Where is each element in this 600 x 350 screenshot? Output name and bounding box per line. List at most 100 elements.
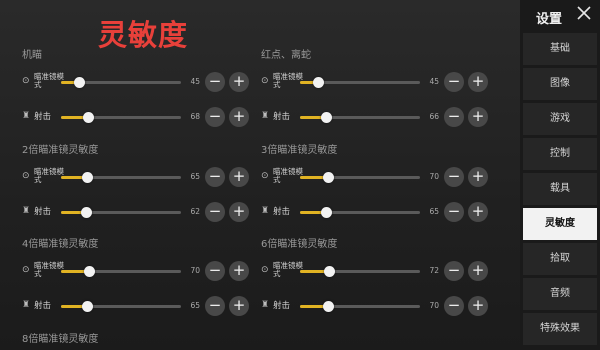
slider-track[interactable] (300, 112, 420, 123)
bullet-icon: ♜ (22, 300, 31, 310)
slider-thumb[interactable] (82, 172, 93, 183)
section-title-4x-scope: 4倍瞄准镜灵敏度 (22, 239, 99, 250)
decrease-button[interactable]: − (205, 72, 225, 92)
increase-button[interactable]: + (229, 261, 249, 281)
bullet-icon: ♜ (261, 206, 270, 216)
section-title-2x-scope: 2倍瞄准镜灵敏度 (22, 145, 99, 156)
decrease-button[interactable]: − (444, 261, 464, 281)
slider-row-6x-fire: ♜ 射击 70 − + (261, 296, 491, 316)
slider-row-3x-scope: ⊙ 瞄准镜模式 70 − + (261, 167, 491, 187)
slider-track[interactable] (300, 172, 420, 183)
decrease-button[interactable]: − (205, 261, 225, 281)
settings-sidebar: 设置 基础 图像 游戏 控制 载具 灵敏度 拾取 音频 特殊效果 (520, 0, 600, 350)
bullet-icon: ♜ (261, 111, 270, 121)
increase-button[interactable]: + (229, 72, 249, 92)
section-title-iron-sight: 机瞄 (22, 50, 42, 61)
slider-track[interactable] (61, 172, 181, 183)
slider-row-red-dot-fire: ♜ 射击 66 − + (261, 107, 491, 127)
sidebar-item-controls[interactable]: 控制 (523, 138, 597, 170)
slider-row-iron-sight-scope: ⊙ 瞄准镜模式 45 − + (22, 72, 252, 92)
bullet-icon: ♜ (22, 206, 31, 216)
slider-value: 70 (429, 301, 439, 310)
crosshair-icon: ⊙ (22, 76, 30, 86)
slider-track[interactable] (300, 266, 420, 277)
overlay-title: 灵敏度 (98, 18, 189, 52)
decrease-button[interactable]: − (444, 296, 464, 316)
sidebar-item-basic[interactable]: 基础 (523, 33, 597, 65)
increase-button[interactable]: + (468, 261, 488, 281)
slider-thumb[interactable] (74, 77, 85, 88)
crosshair-icon: ⊙ (261, 76, 269, 86)
slider-row-3x-fire: ♜ 射击 65 − + (261, 202, 491, 222)
slider-track[interactable] (300, 207, 420, 218)
slider-row-2x-fire: ♜ 射击 62 − + (22, 202, 252, 222)
slider-thumb[interactable] (83, 112, 95, 123)
decrease-button[interactable]: − (444, 107, 464, 127)
increase-button[interactable]: + (468, 107, 488, 127)
slider-value: 72 (429, 266, 439, 275)
slider-track[interactable] (61, 301, 181, 312)
slider-track[interactable] (300, 77, 420, 88)
slider-thumb[interactable] (80, 207, 92, 218)
close-icon[interactable] (577, 6, 591, 20)
slider-value: 70 (190, 266, 200, 275)
decrease-button[interactable]: − (205, 202, 225, 222)
increase-button[interactable]: + (468, 202, 488, 222)
decrease-button[interactable]: − (444, 167, 464, 187)
increase-button[interactable]: + (229, 202, 249, 222)
slider-row-4x-fire: ♜ 射击 65 − + (22, 296, 252, 316)
slider-value: 45 (429, 77, 439, 86)
slider-track[interactable] (61, 77, 181, 88)
crosshair-icon: ⊙ (261, 265, 269, 275)
slider-row-4x-scope: ⊙ 瞄准镜模式 70 − + (22, 261, 252, 281)
slider-value: 68 (190, 112, 200, 121)
increase-button[interactable]: + (229, 167, 249, 187)
bullet-icon: ♜ (261, 300, 270, 310)
decrease-button[interactable]: − (205, 167, 225, 187)
sidebar-item-audio[interactable]: 音频 (523, 278, 597, 310)
increase-button[interactable]: + (468, 167, 488, 187)
decrease-button[interactable]: − (205, 107, 225, 127)
slider-thumb[interactable] (323, 266, 335, 277)
slider-value: 62 (190, 207, 200, 216)
increase-button[interactable]: + (229, 296, 249, 316)
sidebar-item-effects[interactable]: 特殊效果 (523, 313, 597, 345)
settings-panel: 灵敏度 机瞄 ⊙ 瞄准镜模式 45 − + ♜ 射击 68 − + 红点、离蛇 … (0, 0, 520, 350)
slider-track[interactable] (61, 266, 181, 277)
section-title-3x-scope: 3倍瞄准镜灵敏度 (261, 145, 338, 156)
increase-button[interactable]: + (468, 296, 488, 316)
slider-row-iron-sight-fire: ♜ 射击 68 − + (22, 107, 252, 127)
crosshair-icon: ⊙ (22, 171, 30, 181)
sidebar-item-graphics[interactable]: 图像 (523, 68, 597, 100)
slider-track[interactable] (61, 207, 181, 218)
section-title-8x-scope: 8倍瞄准镜灵敏度 (22, 334, 99, 345)
slider-thumb[interactable] (82, 301, 93, 312)
slider-track[interactable] (61, 112, 181, 123)
sidebar-item-pickup[interactable]: 拾取 (523, 243, 597, 275)
slider-thumb[interactable] (321, 207, 332, 218)
slider-value: 70 (429, 172, 439, 181)
sidebar-item-vehicle[interactable]: 载具 (523, 173, 597, 205)
increase-button[interactable]: + (229, 107, 249, 127)
slider-value: 65 (429, 207, 439, 216)
sidebar-header: 设置 (520, 0, 600, 32)
sidebar-item-sensitivity[interactable]: 灵敏度 (523, 208, 597, 240)
slider-value: 45 (190, 77, 200, 86)
decrease-button[interactable]: − (205, 296, 225, 316)
section-title-6x-scope: 6倍瞄准镜灵敏度 (261, 239, 338, 250)
crosshair-icon: ⊙ (22, 265, 30, 275)
sidebar-item-game[interactable]: 游戏 (523, 103, 597, 135)
slider-thumb[interactable] (321, 112, 333, 123)
slider-value: 65 (190, 301, 200, 310)
slider-thumb[interactable] (323, 301, 334, 312)
decrease-button[interactable]: − (444, 72, 464, 92)
slider-thumb[interactable] (313, 77, 324, 88)
bullet-icon: ♜ (22, 111, 31, 121)
slider-thumb[interactable] (84, 266, 95, 277)
increase-button[interactable]: + (468, 72, 488, 92)
decrease-button[interactable]: − (444, 202, 464, 222)
slider-track[interactable] (300, 301, 420, 312)
section-title-red-dot: 红点、离蛇 (261, 50, 311, 61)
slider-row-2x-scope: ⊙ 瞄准镜模式 65 − + (22, 167, 252, 187)
slider-thumb[interactable] (323, 172, 334, 183)
